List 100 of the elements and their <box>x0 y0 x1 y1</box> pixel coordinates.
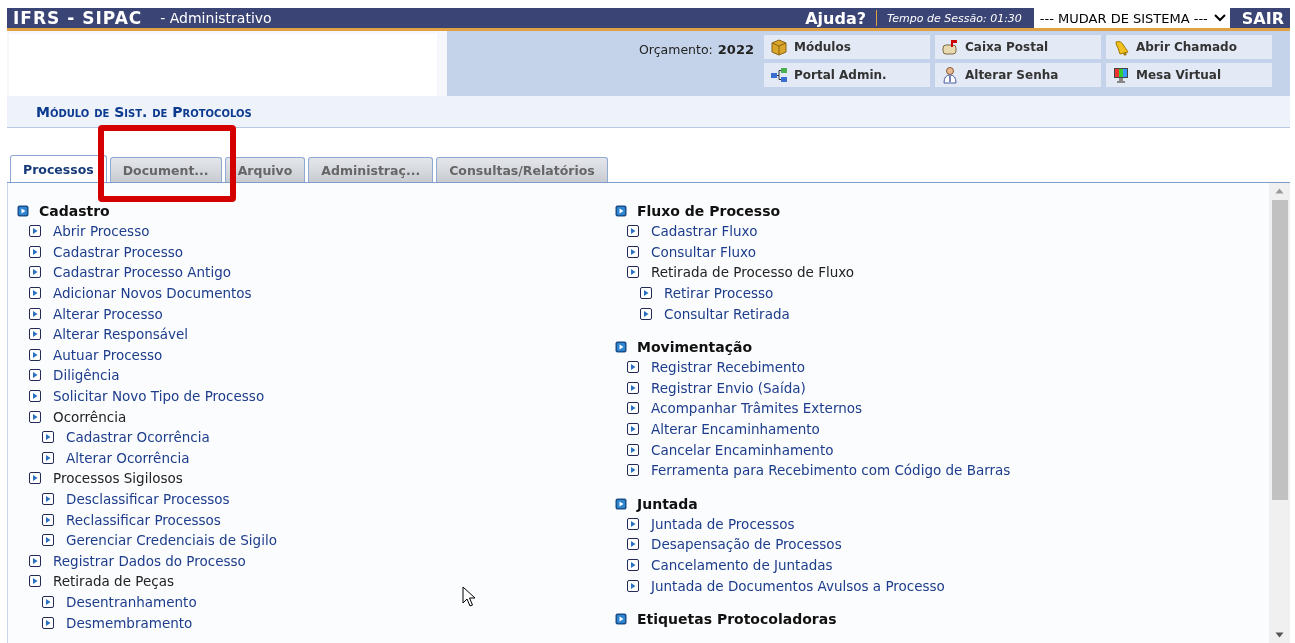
tab[interactable]: Arquivo <box>224 157 306 182</box>
menu-link[interactable]: Alterar Responsável <box>53 326 189 343</box>
menu-link[interactable]: Diligência <box>53 367 120 384</box>
menu-link[interactable]: Cadastrar Processo <box>53 243 183 260</box>
item-icon <box>29 369 41 382</box>
menu-link[interactable]: Desclassificar Processos <box>66 491 230 507</box>
bell-icon <box>1112 38 1130 56</box>
item-icon <box>29 575 41 588</box>
item-icon <box>627 381 639 394</box>
budget-year: 2022 <box>717 42 754 59</box>
chevron-down-icon <box>1213 14 1226 22</box>
menu-link[interactable]: Alterar Processo <box>53 305 163 322</box>
item-icon <box>42 616 54 629</box>
section-icon <box>615 612 627 625</box>
menu-link[interactable]: Solicitar Novo Tipo de Processo <box>53 388 265 405</box>
system-select[interactable]: --- MUDAR DE SISTEMA --- <box>1033 8 1230 28</box>
person-icon <box>941 66 959 84</box>
menu-link[interactable]: Desapensação de Processos <box>651 536 842 553</box>
exit-link[interactable]: SAIR <box>1229 8 1290 28</box>
subsystem-name: - Administrativo <box>160 10 272 26</box>
budget-label: Orçamento: <box>639 42 713 59</box>
menu-link[interactable]: Reclassificar Processos <box>66 511 221 528</box>
shortcut-button[interactable]: Abrir Chamado <box>1106 35 1272 59</box>
scroll-up-icon <box>1275 188 1284 194</box>
menu-link[interactable]: Consultar Fluxo <box>651 243 756 260</box>
section-title: Fluxo de Processo <box>637 203 781 219</box>
menu-link[interactable]: Registrar Dados do Processo <box>53 552 246 569</box>
menu-link[interactable]: Desentranhamento <box>66 594 197 610</box>
menu-link[interactable]: Cadastrar Fluxo <box>651 223 758 240</box>
tab[interactable]: Document... <box>109 157 222 182</box>
menu-link[interactable]: Gerenciar Credenciais de Sigilo <box>66 532 277 549</box>
item-icon <box>42 493 54 505</box>
box-icon <box>770 38 788 56</box>
section-title: Movimentação <box>637 338 753 355</box>
item-icon <box>29 307 41 320</box>
item-icon <box>29 472 41 485</box>
item-icon <box>42 431 54 444</box>
help-link[interactable]: Ajuda? <box>805 8 866 28</box>
shortcut-button[interactable]: Mesa Virtual <box>1106 63 1272 87</box>
section-icon <box>17 205 29 217</box>
menu-link[interactable]: Acompanhar Trâmites Externos <box>651 400 863 417</box>
item-icon <box>42 513 54 526</box>
menu-link[interactable]: Abrir Processo <box>53 223 150 240</box>
item-icon <box>640 287 652 300</box>
tab[interactable]: Processos <box>10 155 107 182</box>
item-icon <box>627 443 639 456</box>
menu-group-label: Retirada de Processo de Fluxo <box>651 264 855 281</box>
mouse-pointer-icon <box>462 586 476 608</box>
item-icon <box>627 402 639 415</box>
item-icon <box>29 266 41 279</box>
shortcut-button[interactable]: Alterar Senha <box>935 63 1101 87</box>
item-icon <box>627 559 639 571</box>
item-icon <box>29 348 41 361</box>
menu-link[interactable]: Consultar Retirada <box>664 305 790 322</box>
menu-link[interactable]: Ferramenta para Recebimento com Código de Barras <box>651 462 1011 479</box>
item-icon <box>29 554 41 567</box>
tab[interactable]: Administraç... <box>308 157 434 182</box>
menu-link[interactable]: Cadastrar Ocorrência <box>66 429 210 446</box>
menu-link[interactable]: Retirar Processo <box>664 285 774 302</box>
item-icon <box>640 307 652 320</box>
item-icon <box>29 225 41 238</box>
item-icon <box>42 534 54 547</box>
mailbox-icon <box>941 38 959 56</box>
menu-link[interactable]: Cancelamento de Juntadas <box>651 557 833 573</box>
item-icon <box>29 287 41 300</box>
network-icon <box>770 66 788 84</box>
section-icon <box>615 340 627 353</box>
menu-group-label: Processos Sigilosos <box>53 470 183 487</box>
item-icon <box>29 410 41 423</box>
menu-link[interactable]: Registrar Recebimento <box>651 359 806 376</box>
section-title: Cadastro <box>39 203 110 219</box>
session-timer: Tempo de Sessão: 01:30 <box>886 11 1022 25</box>
item-icon <box>42 596 54 608</box>
section-title: Etiquetas Protocoladoras <box>637 610 837 627</box>
menu-link[interactable]: Desmembramento <box>66 614 193 631</box>
shortcut-button[interactable]: Caixa Postal <box>935 35 1101 59</box>
menu-link[interactable]: Juntada de Documentos Avulsos a Processo <box>651 577 945 594</box>
menu-link[interactable]: Cadastrar Processo Antigo <box>53 264 231 281</box>
item-icon <box>627 517 639 530</box>
item-icon <box>627 245 639 258</box>
shortcut-button[interactable]: Módulos <box>764 35 930 59</box>
item-icon <box>627 464 639 477</box>
section-icon <box>615 497 627 510</box>
module-title: Módulo de Sist. de Protocolos <box>35 103 252 120</box>
menu-link[interactable]: Alterar Ocorrência <box>66 449 190 466</box>
menu-link[interactable]: Alterar Encaminhamento <box>651 421 820 438</box>
tab[interactable]: Consultas/Relatórios <box>436 157 608 182</box>
menu-link[interactable]: Juntada de Processos <box>651 515 795 532</box>
scroll-thumb[interactable] <box>1271 200 1288 500</box>
item-icon <box>627 423 639 436</box>
menu-link[interactable]: Adicionar Novos Documentos <box>53 285 252 302</box>
menu-link[interactable]: Cancelar Encaminhamento <box>651 441 834 458</box>
scrollbar[interactable] <box>1269 183 1290 643</box>
menu-link[interactable]: Autuar Processo <box>53 346 163 363</box>
section-icon <box>615 205 627 217</box>
item-icon <box>627 538 639 551</box>
shortcut-button[interactable]: Portal Admin. <box>764 63 930 87</box>
menu-link[interactable]: Registrar Envio (Saída) <box>651 379 806 396</box>
item-icon <box>29 328 41 341</box>
item-icon <box>627 579 639 592</box>
